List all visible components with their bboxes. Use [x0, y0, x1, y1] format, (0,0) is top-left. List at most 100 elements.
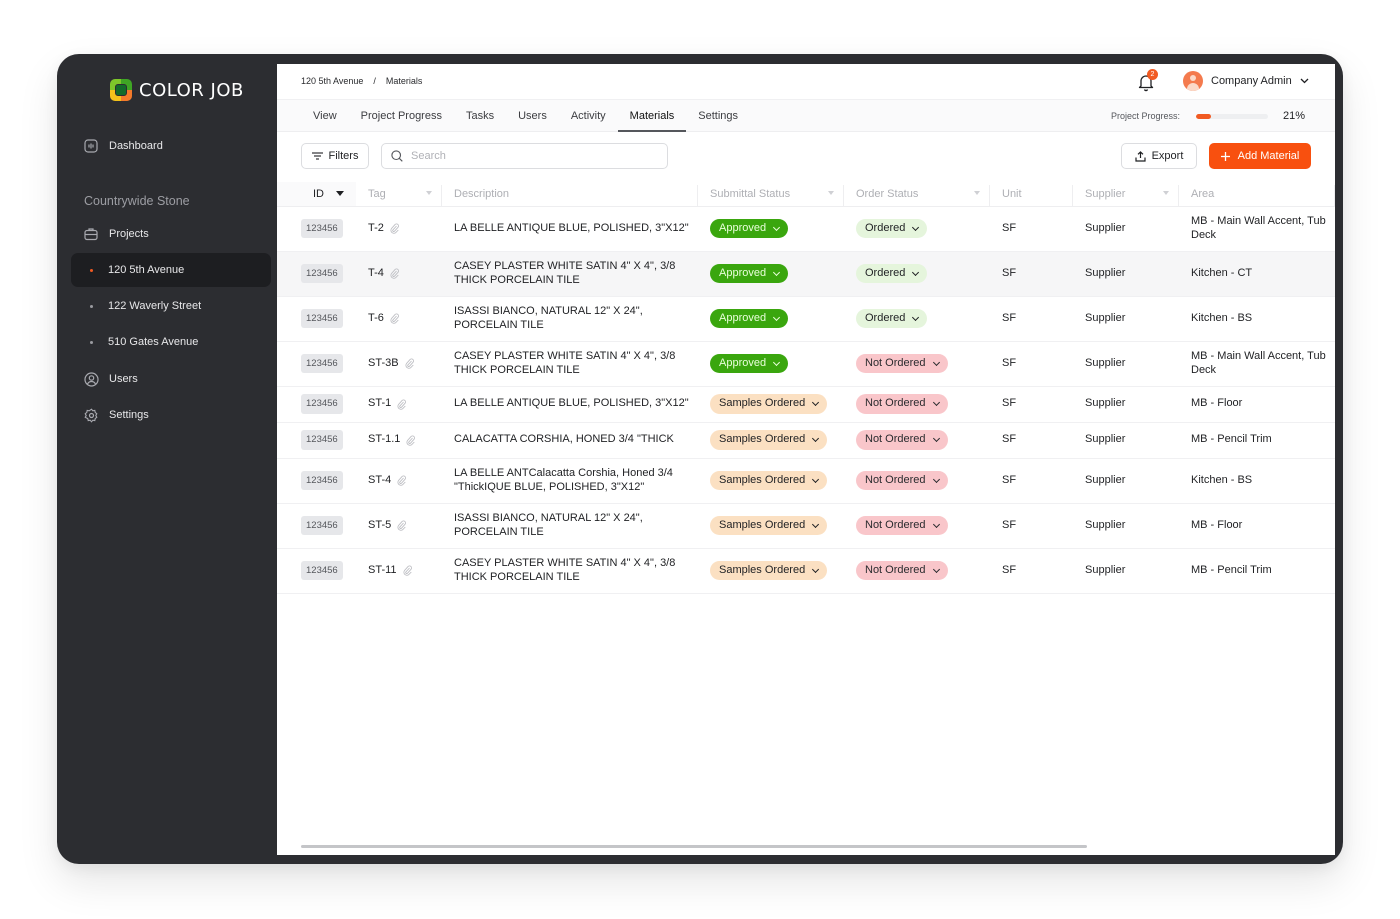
sort-icon[interactable] — [426, 191, 432, 195]
area-cell: MB - Pencil Trim — [1179, 422, 1335, 459]
submittal-status-dropdown[interactable]: Samples Ordered — [710, 470, 828, 491]
area-cell: MB - Main Wall Accent, Tub Deck — [1179, 206, 1335, 252]
order-status-dropdown[interactable]: Not Ordered — [856, 470, 948, 491]
submittal-status-dropdown[interactable]: Samples Ordered — [710, 515, 828, 536]
area-cell: Kitchen - BS — [1179, 296, 1335, 342]
table-row[interactable]: 123456 T-2 LA BELLE ANTIQUE BLUE, POLISHED… — [277, 206, 1335, 252]
filters-button[interactable]: Filters — [301, 143, 369, 169]
submittal-status-dropdown[interactable]: Approved — [710, 353, 789, 374]
submittal-status-dropdown[interactable]: Approved — [710, 218, 789, 239]
paperclip-icon[interactable] — [390, 313, 399, 324]
sidebar-item-dashboard[interactable]: Dashboard — [71, 129, 271, 163]
tag-text: ST-11 — [368, 563, 397, 576]
dashboard-icon — [83, 138, 99, 154]
supplier-cell: Supplier — [1073, 503, 1179, 549]
search-input[interactable] — [411, 150, 651, 162]
project-progress: Project Progress: 21% — [1111, 110, 1305, 122]
order-status-dropdown[interactable]: Not Ordered — [856, 560, 948, 581]
tab-settings[interactable]: Settings — [686, 100, 750, 132]
materials-table: ID Tag Description Submittal Status Orde… — [277, 182, 1335, 594]
progress-label: Project Progress: — [1110, 111, 1180, 121]
user-menu[interactable]: Company Admin — [1183, 71, 1309, 91]
sort-icon[interactable] — [974, 191, 980, 195]
description-cell: ISASSI BIANCO, NATURAL 12" X 24", PORCEL… — [442, 296, 698, 342]
sidebar-item-120-5th-avenue[interactable]: 120 5th Avenue — [71, 253, 271, 287]
sidebar-item-510-gates-avenue[interactable]: 510 Gates Avenue — [71, 325, 271, 359]
paperclip-icon[interactable] — [397, 520, 407, 531]
chevron-down-icon — [773, 313, 781, 321]
chevron-down-icon — [932, 358, 940, 366]
breadcrumb-project[interactable]: 120 5th Avenue — [301, 76, 363, 86]
sidebar-item-label: Dashboard — [109, 140, 163, 152]
paperclip-icon[interactable] — [390, 223, 399, 234]
tab-project-progress[interactable]: Project Progress — [349, 100, 454, 132]
order-status-dropdown[interactable]: Ordered — [856, 308, 928, 329]
paperclip-icon[interactable] — [406, 435, 416, 446]
table-row[interactable]: 123456 ST-5 ISASSI BIANCO, NATURAL 12" X 2… — [277, 503, 1335, 549]
sort-icon[interactable] — [1163, 191, 1169, 195]
order-status-dropdown[interactable]: Not Ordered — [856, 394, 948, 414]
chevron-down-icon — [912, 268, 920, 276]
table-row[interactable]: 123456 T-4 CASEY PLASTER WHITE SATIN 4" X … — [277, 251, 1335, 297]
paperclip-icon[interactable] — [397, 475, 407, 486]
order-status-dropdown[interactable]: Not Ordered — [856, 353, 948, 374]
logo-mark-icon — [110, 79, 132, 101]
sidebar-item-label: Projects — [109, 228, 149, 240]
submittal-status-dropdown[interactable]: Samples Ordered — [710, 560, 828, 581]
tag-text: ST-1.1 — [368, 433, 401, 446]
order-status-dropdown[interactable]: Not Ordered — [856, 430, 948, 450]
table-row[interactable]: 123456 ST-3B CASEY PLASTER WHITE SATIN 4" … — [277, 341, 1335, 387]
export-button[interactable]: Export — [1121, 143, 1197, 169]
tag-text: ST-3B — [368, 356, 399, 369]
description-cell: LA BELLE ANTIQUE BLUE, POLISHED, 3"X12" — [442, 206, 698, 252]
sidebar-item-122-waverly-street[interactable]: 122 Waverly Street — [71, 289, 271, 323]
chevron-down-icon — [812, 398, 820, 407]
column-header-tag[interactable]: Tag — [356, 182, 442, 207]
paperclip-icon[interactable] — [403, 565, 412, 576]
tab-materials[interactable]: Materials — [617, 100, 687, 132]
column-header-area[interactable]: Area — [1179, 182, 1335, 207]
table-row[interactable]: 123456 ST-11 CASEY PLASTER WHITE SATIN 4" … — [277, 548, 1335, 594]
column-header-id[interactable]: ID — [277, 182, 356, 207]
supplier-cell: Supplier — [1073, 251, 1179, 297]
paperclip-icon[interactable] — [397, 399, 407, 410]
sidebar-item-settings[interactable]: Settings — [71, 398, 271, 432]
table-row[interactable]: 123456 ST-4 LA BELLE ANTCalacatta Corshia,… — [277, 458, 1335, 504]
order-status-dropdown[interactable]: Not Ordered — [856, 515, 948, 536]
tab-users[interactable]: Users — [506, 100, 559, 132]
order-status-dropdown[interactable]: Ordered — [856, 263, 928, 284]
submittal-status-dropdown[interactable]: Approved — [710, 263, 789, 284]
supplier-cell: Supplier — [1073, 341, 1179, 387]
order-status-dropdown[interactable]: Ordered — [856, 218, 928, 239]
submittal-status-dropdown[interactable]: Approved — [710, 308, 789, 329]
add-material-button[interactable]: Add Material — [1209, 143, 1311, 169]
tab-tasks[interactable]: Tasks — [454, 100, 506, 132]
paperclip-icon[interactable] — [405, 358, 414, 369]
horizontal-scrollbar[interactable] — [301, 845, 1087, 848]
submittal-status-dropdown[interactable]: Samples Ordered — [710, 430, 828, 450]
sidebar-item-users[interactable]: Users — [71, 362, 271, 396]
sort-desc-icon[interactable] — [336, 191, 344, 196]
chevron-down-icon — [932, 565, 940, 573]
supplier-cell: Supplier — [1073, 296, 1179, 342]
column-header-supplier[interactable]: Supplier — [1073, 182, 1179, 207]
column-header-unit[interactable]: Unit — [990, 182, 1073, 207]
search-icon — [391, 150, 403, 162]
submittal-status-dropdown[interactable]: Samples Ordered — [710, 394, 828, 414]
sort-icon[interactable] — [828, 191, 834, 195]
chevron-down-icon — [773, 223, 781, 231]
chevron-down-icon — [932, 520, 940, 528]
table-row[interactable]: 123456 T-6 ISASSI BIANCO, NATURAL 12" X 24… — [277, 296, 1335, 342]
sidebar-item-projects[interactable]: Projects — [71, 217, 271, 251]
column-header-order-status[interactable]: Order Status — [844, 182, 990, 207]
supplier-cell: Supplier — [1073, 458, 1179, 504]
paperclip-icon[interactable] — [390, 268, 399, 279]
chevron-down-icon — [1300, 78, 1309, 84]
column-header-submittal-status[interactable]: Submittal Status — [698, 182, 844, 207]
table-row[interactable]: 123456 ST-1.1 CALACATTA CORSHIA, HONED 3/4… — [277, 422, 1335, 459]
tab-activity[interactable]: Activity — [559, 100, 618, 132]
tab-view[interactable]: View — [301, 100, 349, 132]
table-row[interactable]: 123456 ST-1 LA BELLE ANTIQUE BLUE, POLISHE… — [277, 386, 1335, 423]
column-header-description[interactable]: Description — [442, 182, 698, 207]
tag-text: T-2 — [368, 221, 384, 234]
